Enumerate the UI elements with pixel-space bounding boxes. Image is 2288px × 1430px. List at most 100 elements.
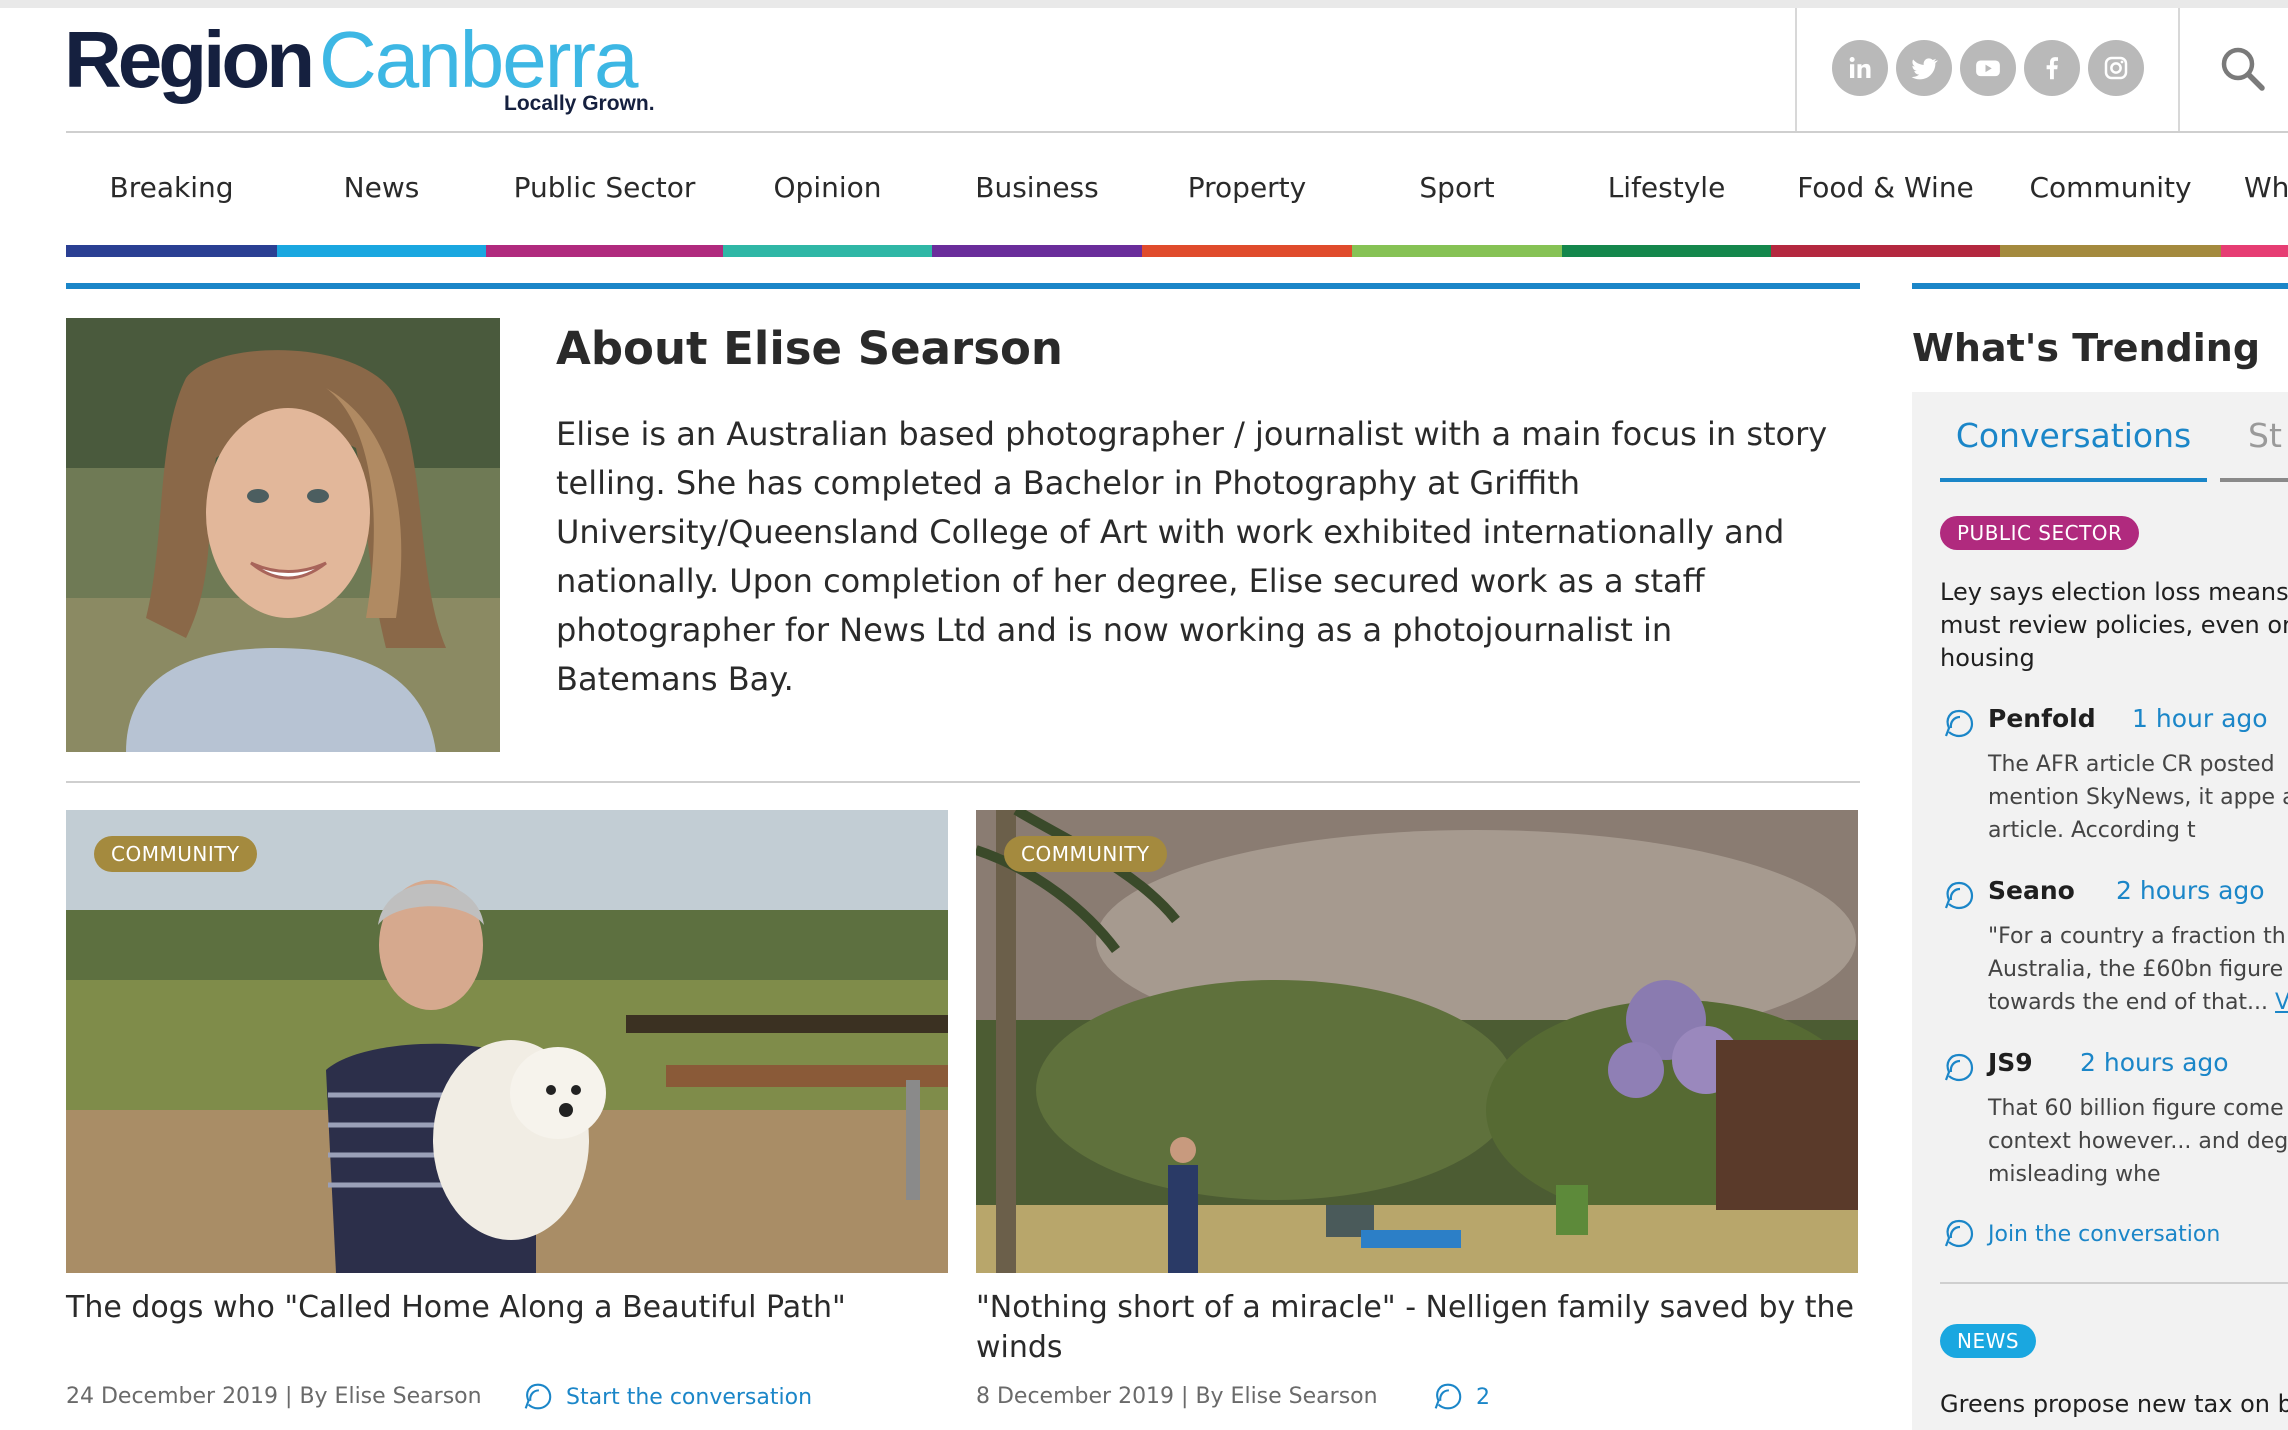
comment-bubble-icon	[1434, 1383, 1462, 1410]
view-more-link[interactable]: V	[2275, 990, 2288, 1015]
comment-body: "For a country a fraction th Australia, …	[1988, 924, 2286, 1015]
comments-label: Start the conversation	[566, 1384, 813, 1410]
category-badge[interactable]: COMMUNITY	[1004, 836, 1167, 872]
article-card: COMMUNITY The dogs who "Called Home Alon…	[66, 810, 948, 1410]
comment-author[interactable]: JS9	[1988, 1048, 2033, 1077]
article-meta: 8 December 2019 | By Elise Searson	[976, 1384, 1378, 1409]
author-photo	[66, 318, 500, 752]
nav-item-label: Lifestyle	[1607, 171, 1726, 204]
trending-headline[interactable]: Greens propose new tax on bi	[1940, 1388, 2288, 1421]
nav-color-bar	[723, 245, 932, 257]
about-title: About Elise Searson	[556, 322, 1063, 375]
nav-color-bar	[277, 245, 486, 257]
article-image[interactable]: COMMUNITY	[976, 810, 1858, 1273]
nav-item-more[interactable]: Wh	[2221, 133, 2288, 257]
article-title[interactable]: "Nothing short of a miracle" - Nelligen …	[976, 1288, 1858, 1368]
comments-count: 2	[1476, 1384, 1490, 1410]
comments-link[interactable]: Start the conversation	[520, 1380, 812, 1414]
nav-color-bar	[2221, 245, 2288, 257]
nav-item-community[interactable]: Community	[2000, 133, 2221, 257]
social-links	[1832, 40, 2144, 96]
main-nav: Breaking News Public Sector Opinion Busi…	[66, 133, 2288, 257]
nav-color-bar	[66, 245, 277, 257]
article-image[interactable]: COMMUNITY	[66, 810, 948, 1273]
search-icon[interactable]	[2216, 42, 2270, 96]
nav-item-property[interactable]: Property	[1142, 133, 1352, 257]
linkedin-icon[interactable]	[1832, 40, 1888, 96]
nav-color-bar	[932, 245, 1142, 257]
comment-bubble-icon	[1944, 709, 1974, 738]
nav-item-label: Breaking	[109, 171, 234, 204]
nav-item-news[interactable]: News	[277, 133, 486, 257]
nav-item-food-wine[interactable]: Food & Wine	[1771, 133, 2000, 257]
comment-body: The AFR article CR posted mention SkyNew…	[1988, 752, 2288, 843]
join-conversation-label: Join the conversation	[1988, 1221, 2221, 1247]
main-divider	[66, 781, 1860, 783]
nav-item-label: Business	[975, 171, 1099, 204]
tab-label: St	[2248, 416, 2282, 455]
trending-headline[interactable]: Ley says election loss means C must revi…	[1940, 576, 2288, 675]
about-bio: Elise is an Australian based photographe…	[556, 415, 1828, 698]
article-meta: 24 December 2019 | By Elise Searson	[66, 1384, 482, 1409]
nav-color-bar	[1352, 245, 1562, 257]
comment-body: That 60 billion figure come zero context…	[1988, 1096, 2288, 1187]
comment-bubble-icon	[1944, 1053, 1974, 1082]
main-top-line	[66, 283, 1860, 289]
nav-item-label: Wh	[2244, 171, 2288, 204]
nav-color-bar	[486, 245, 723, 257]
nav-item-breaking[interactable]: Breaking	[66, 133, 277, 257]
facebook-icon[interactable]	[2024, 40, 2080, 96]
nav-item-label: News	[343, 171, 420, 204]
join-conversation-link[interactable]: Join the conversation	[1940, 1216, 2220, 1252]
nav-item-public-sector[interactable]: Public Sector	[486, 133, 723, 257]
nav-item-business[interactable]: Business	[932, 133, 1142, 257]
comment-text: The AFR article CR posted mention SkyNew…	[1988, 748, 2288, 847]
trending-panel: Conversations St PUBLIC SECTOR Ley says …	[1912, 392, 2288, 1430]
comment-bubble-icon	[524, 1383, 552, 1410]
twitter-icon[interactable]	[1896, 40, 1952, 96]
tab-stories[interactable]: St	[2220, 416, 2288, 482]
comment-text: That 60 billion figure come zero context…	[1988, 1092, 2288, 1191]
instagram-icon[interactable]	[2088, 40, 2144, 96]
category-badge[interactable]: COMMUNITY	[94, 836, 257, 872]
comment-bubble-icon	[1944, 881, 1974, 910]
nav-item-label: Food & Wine	[1797, 171, 1974, 204]
tab-underline	[2220, 478, 2288, 482]
nav-item-label: Sport	[1419, 171, 1495, 204]
comment-author[interactable]: Seano	[1988, 876, 2075, 905]
comment-time[interactable]: 1 hour ago	[2132, 704, 2268, 733]
comment-text: "For a country a fraction th Australia, …	[1988, 920, 2288, 1019]
site-logo[interactable]: Region Canberra Locally Grown.	[64, 14, 684, 124]
tab-label: Conversations	[1955, 416, 2192, 455]
nav-item-label: Property	[1187, 171, 1307, 204]
nav-color-bar	[1771, 245, 2000, 257]
nav-item-sport[interactable]: Sport	[1352, 133, 1562, 257]
nav-item-label: Public Sector	[513, 171, 696, 204]
article-card: COMMUNITY "Nothing short of a miracle" -…	[976, 810, 1858, 1410]
header-divider	[2178, 8, 2180, 132]
nav-item-lifestyle[interactable]: Lifestyle	[1562, 133, 1771, 257]
header-divider	[1795, 8, 1797, 132]
tab-conversations[interactable]: Conversations	[1940, 416, 2207, 482]
logo-tagline: Locally Grown.	[504, 92, 655, 115]
sidebar-title: What's Trending	[1912, 326, 2261, 370]
sidebar-divider	[1940, 1282, 2288, 1284]
nav-item-label: Opinion	[773, 171, 882, 204]
nav-item-opinion[interactable]: Opinion	[723, 133, 932, 257]
browser-top-strip	[0, 0, 2288, 8]
nav-color-bar	[1142, 245, 1352, 257]
article-title[interactable]: The dogs who "Called Home Along a Beauti…	[66, 1288, 948, 1328]
youtube-icon[interactable]	[1960, 40, 2016, 96]
category-badge[interactable]: NEWS	[1940, 1324, 2037, 1358]
comment-author[interactable]: Penfold	[1988, 704, 2096, 733]
category-badge[interactable]: PUBLIC SECTOR	[1940, 516, 2140, 550]
sidebar-top-line	[1912, 283, 2288, 289]
comments-link[interactable]: 2	[1430, 1380, 1490, 1414]
nav-item-label: Community	[2029, 171, 2192, 204]
comment-time[interactable]: 2 hours ago	[2080, 1048, 2229, 1077]
logo-region-text: Region	[64, 15, 315, 104]
tab-underline	[1940, 478, 2207, 482]
comment-bubble-icon	[1944, 1219, 1974, 1248]
nav-color-bar	[2000, 245, 2221, 257]
comment-time[interactable]: 2 hours ago	[2116, 876, 2265, 905]
